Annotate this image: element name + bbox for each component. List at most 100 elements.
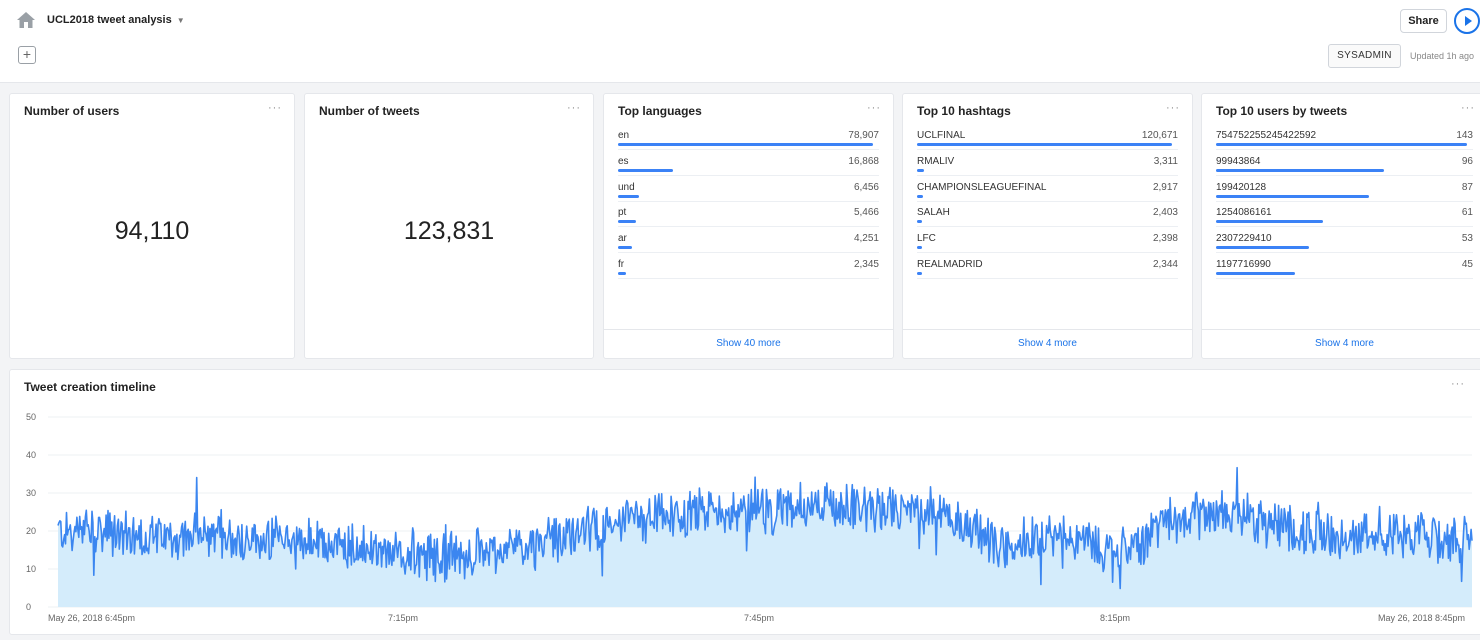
- list-item-label: RMALIV: [917, 155, 955, 167]
- tweets-card-title: Number of tweets: [319, 104, 420, 118]
- list-item-bar: [618, 246, 632, 250]
- top-users-card-title: Top 10 users by tweets: [1216, 104, 1348, 118]
- x-tick-label: May 26, 2018 8:45pm: [1378, 613, 1465, 623]
- list-item-label: SALAH: [917, 207, 950, 219]
- list-item[interactable]: LFC 2,398: [917, 233, 1178, 259]
- list-item-bar: [917, 168, 924, 172]
- list-item-label: es: [618, 155, 629, 167]
- row-divider: [917, 226, 1178, 228]
- list-item[interactable]: 199420128 87: [1216, 182, 1473, 208]
- list-item-bar: [917, 143, 1172, 146]
- list-item-bar: [917, 220, 923, 224]
- list-item-value: 4,251: [853, 233, 879, 245]
- row-divider: [618, 200, 879, 202]
- tweets-card-menu[interactable]: ···: [567, 102, 581, 114]
- tweets-count: 123,831: [403, 217, 495, 245]
- list-item-value: 143: [1456, 130, 1473, 141]
- row-divider: [1216, 278, 1473, 279]
- list-item-bar: [618, 194, 639, 198]
- list-item-value: 78,907: [848, 130, 879, 141]
- hashtags-show-more[interactable]: Show 4 more: [903, 329, 1192, 358]
- languages-card-menu[interactable]: ···: [867, 102, 881, 114]
- list-item-label: LFC: [917, 233, 936, 245]
- timeline-chart: 0 10 20 30 40 50 May 26, 2018 6:45pm 7:15pm 7:45…: [26, 412, 1473, 623]
- top-users-show-more[interactable]: Show 4 more: [1202, 329, 1480, 358]
- list-item-value: 87: [1461, 181, 1473, 193]
- list-item-value: 2,345: [853, 259, 879, 270]
- row-divider: [618, 174, 879, 176]
- languages-card: Top languages ··· en 78,907 es 16,868 und 6,4…: [603, 93, 894, 359]
- row-divider: [618, 252, 879, 254]
- list-item-value: 96: [1461, 155, 1473, 167]
- list-item-value: 2,398: [1152, 233, 1178, 245]
- y-tick-label: 30: [26, 488, 36, 498]
- list-item[interactable]: ar 4,251: [618, 233, 879, 259]
- users-card-menu[interactable]: ···: [268, 102, 282, 114]
- x-tick-label: 8:15pm: [1100, 613, 1130, 623]
- list-item-bar: [917, 246, 923, 250]
- list-item[interactable]: en 78,907: [618, 130, 879, 156]
- dashboard-title[interactable]: UCL2018 tweet analysis ▼: [47, 14, 185, 26]
- list-item[interactable]: es 16,868: [618, 156, 879, 182]
- org-button[interactable]: SYSADMIN: [1328, 44, 1401, 68]
- row-divider: [1216, 149, 1473, 150]
- timeline-area: [58, 467, 1472, 607]
- row-divider: [1216, 226, 1473, 228]
- y-tick-label: 40: [26, 450, 36, 460]
- list-item[interactable]: CHAMPIONSLEAGUEFINAL 2,917: [917, 182, 1178, 208]
- list-item-value: 6,456: [853, 181, 879, 193]
- list-item-label: 99943864: [1216, 155, 1261, 167]
- updated-text: Updated 1h ago: [1410, 51, 1475, 61]
- list-item[interactable]: 1197716990 45: [1216, 259, 1473, 285]
- list-item-label: fr: [618, 259, 625, 270]
- share-button[interactable]: Share: [1400, 9, 1447, 33]
- list-item-value: 120,671: [1141, 130, 1178, 141]
- home-icon[interactable]: [16, 11, 36, 29]
- list-item[interactable]: RMALIV 3,311: [917, 156, 1178, 182]
- list-item[interactable]: 99943864 96: [1216, 156, 1473, 182]
- list-item-label: REALMADRID: [917, 259, 983, 270]
- row-divider: [917, 174, 1178, 176]
- play-icon[interactable]: [1454, 8, 1480, 34]
- top-users-card-menu[interactable]: ···: [1461, 102, 1475, 114]
- list-item-label: CHAMPIONSLEAGUEFINAL: [917, 181, 1047, 193]
- list-item-label: und: [618, 181, 635, 193]
- languages-show-more[interactable]: Show 40 more: [604, 329, 893, 358]
- list-item[interactable]: pt 5,466: [618, 207, 879, 233]
- y-tick-label: 10: [26, 564, 36, 574]
- list-item[interactable]: und 6,456: [618, 182, 879, 208]
- y-tick-label: 50: [26, 412, 36, 422]
- list-item-label: 754752255245422592: [1216, 130, 1317, 141]
- list-item-bar: [1216, 143, 1467, 146]
- row-divider: [917, 149, 1178, 150]
- row-divider: [1216, 174, 1473, 176]
- hashtags-card-title: Top 10 hashtags: [917, 104, 1011, 118]
- list-item-value: 2,344: [1152, 259, 1178, 270]
- list-item-bar: [618, 220, 636, 224]
- list-item-value: 5,466: [853, 207, 879, 219]
- list-item[interactable]: fr 2,345: [618, 259, 879, 285]
- list-item[interactable]: UCLFINAL 120,671: [917, 130, 1178, 156]
- list-item-label: 1197716990: [1216, 259, 1271, 270]
- list-item-bar: [1216, 194, 1369, 198]
- list-item-bar: [1216, 220, 1324, 224]
- add-widget-button[interactable]: +: [18, 46, 36, 64]
- list-item[interactable]: 2307229410 53: [1216, 233, 1473, 259]
- list-item-bar: [917, 272, 922, 275]
- list-item-bar: [917, 194, 924, 198]
- list-item[interactable]: REALMADRID 2,344: [917, 259, 1178, 285]
- list-item-label: en: [618, 130, 630, 141]
- list-item[interactable]: 1254086161 61: [1216, 207, 1473, 233]
- x-tick-label: 7:45pm: [744, 613, 774, 623]
- languages-card-title: Top languages: [618, 104, 702, 118]
- list-item-value: 3,311: [1153, 155, 1178, 167]
- list-item[interactable]: SALAH 2,403: [917, 207, 1178, 233]
- row-divider: [618, 226, 879, 228]
- list-item-label: ar: [618, 233, 627, 245]
- list-item[interactable]: 754752255245422592 143: [1216, 130, 1473, 156]
- list-item-value: 16,868: [848, 155, 879, 167]
- top-bar: UCL2018 tweet analysis ▼ + Share SYSADMIN…: [0, 0, 1480, 83]
- list-item-bar: [618, 272, 626, 275]
- hashtags-card-menu[interactable]: ···: [1166, 102, 1180, 114]
- list-item-label: 199420128: [1216, 181, 1267, 193]
